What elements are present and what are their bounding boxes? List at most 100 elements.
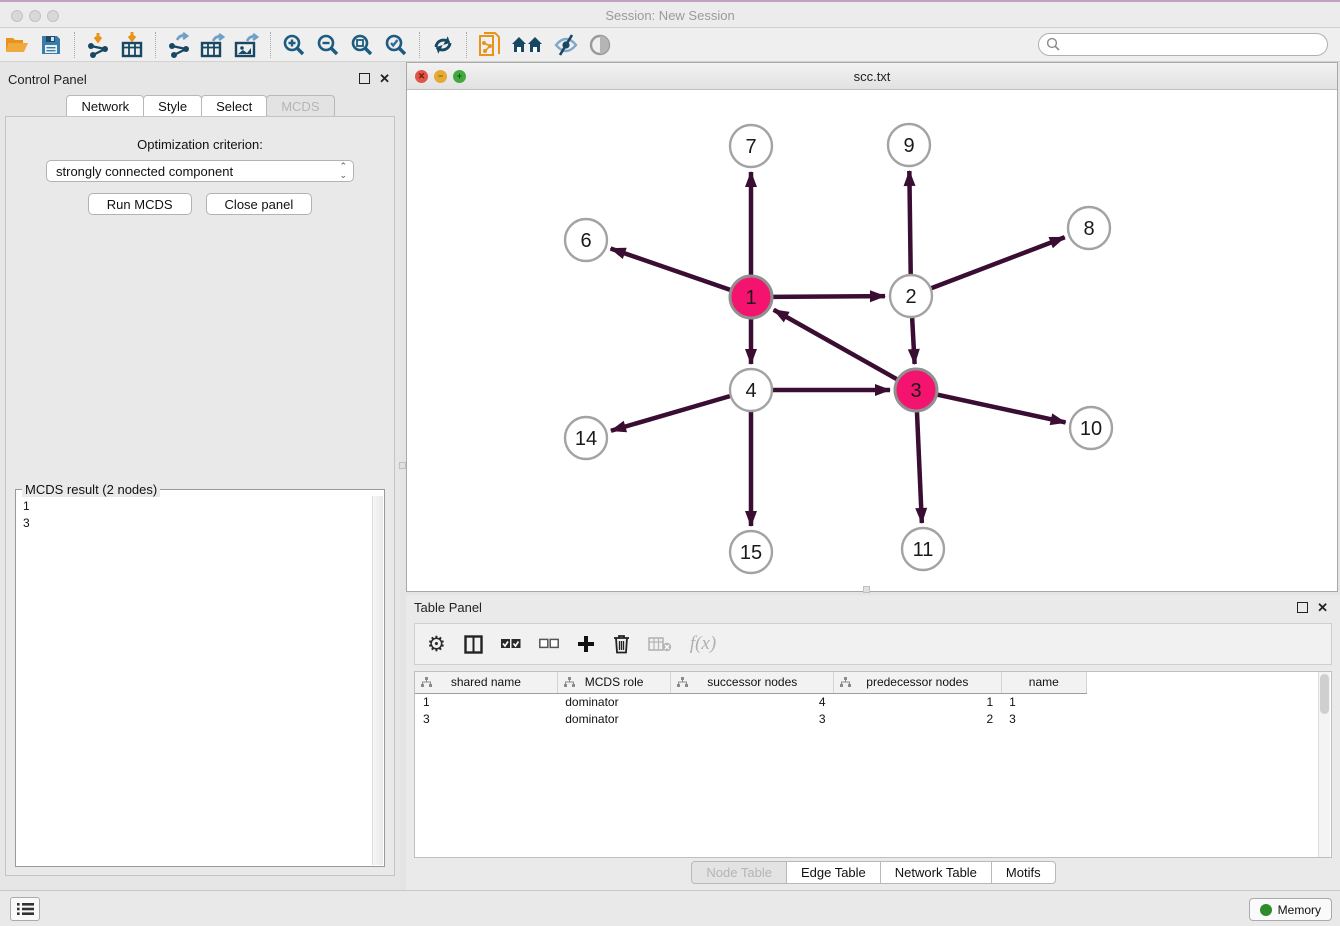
table-cell[interactable]: 1 [834,693,1002,710]
edge-2-9[interactable] [909,171,910,274]
run-mcds-button[interactable]: Run MCDS [88,193,192,215]
col-predecessor-nodes[interactable]: predecessor nodes [834,672,1002,693]
node-10[interactable]: 10 [1070,407,1112,449]
hierarchy-icon [421,677,432,691]
table-cell[interactable]: 4 [671,693,834,710]
edge-1-2[interactable] [773,296,885,297]
node-15[interactable]: 15 [730,531,772,573]
search-field[interactable] [1038,33,1328,56]
float-table-panel-icon[interactable] [1297,602,1308,613]
export-network-icon[interactable] [162,30,196,60]
edge-3-11[interactable] [917,412,922,523]
zoom-out-icon[interactable] [311,30,345,60]
table-cell[interactable]: 2 [834,710,1002,727]
new-network-from-selection-icon[interactable] [473,30,507,60]
close-panel-button[interactable]: Close panel [206,193,313,215]
show-graphics-details-icon[interactable] [583,30,617,60]
tab-style[interactable]: Style [143,95,202,118]
node-3[interactable]: 3 [895,369,937,411]
tab-motifs[interactable]: Motifs [991,861,1056,884]
node-7[interactable]: 7 [730,125,772,167]
horizontal-splitter-handle[interactable] [863,586,870,593]
node-11[interactable]: 11 [902,528,944,570]
svg-text:9: 9 [903,135,914,157]
memory-button[interactable]: Memory [1249,898,1332,921]
import-table-icon[interactable] [115,30,149,60]
table-cell[interactable]: dominator [557,693,671,710]
result-scrollbar[interactable] [372,496,383,865]
add-column-icon[interactable] [577,635,595,653]
table-cell[interactable]: 3 [1001,710,1086,727]
edge-3-10[interactable] [937,395,1065,423]
edge-2-3[interactable] [912,318,914,364]
criterion-dropdown[interactable]: strongly connected component ⌃⌄ [46,160,354,182]
node-1[interactable]: 1 [730,276,772,318]
table-row[interactable]: 3dominator323 [415,710,1087,727]
col-name[interactable]: name [1001,672,1086,693]
table-cell[interactable]: 1 [415,693,557,710]
col-shared-name[interactable]: shared name [415,672,557,693]
close-table-panel-icon[interactable]: ✕ [1317,600,1328,616]
node-4[interactable]: 4 [730,369,772,411]
table-scrollbar[interactable] [1318,672,1330,857]
search-input[interactable] [1061,36,1327,54]
network-window-titlebar[interactable]: ✕ − + scc.txt [407,63,1337,90]
mcds-result-text[interactable]: 1 3 [17,496,372,865]
panels-menu-button[interactable] [10,897,40,921]
tab-network[interactable]: Network [66,95,144,118]
edge-2-8[interactable] [932,237,1065,288]
control-panel-tabs: Network Style Select MCDS [0,95,400,118]
table-cell[interactable]: 3 [671,710,834,727]
zoom-in-icon[interactable] [277,30,311,60]
table-cell[interactable]: dominator [557,710,671,727]
apply-layout-icon[interactable] [426,30,460,60]
table-tabs: Node Table Edge Table Network Table Moti… [406,861,1340,884]
table-options-icon[interactable]: ⚙ [427,632,446,657]
table-cell[interactable]: 3 [415,710,557,727]
tab-network-table[interactable]: Network Table [880,861,992,884]
edge-4-14[interactable] [611,396,730,431]
tab-edge-table[interactable]: Edge Table [786,861,881,884]
col-successor-nodes[interactable]: successor nodes [671,672,834,693]
float-panel-icon[interactable] [359,73,370,84]
vertical-splitter-handle[interactable] [399,462,406,469]
hierarchy-icon [564,677,575,691]
edge-1-6[interactable] [611,248,731,289]
delete-table-icon[interactable] [648,636,672,652]
table-cell[interactable]: 1 [1001,693,1086,710]
select-all-icon[interactable] [501,637,521,651]
tab-select[interactable]: Select [201,95,267,118]
zoom-selected-icon[interactable] [379,30,413,60]
control-panel: Control Panel ✕ Network Style Select MCD… [0,62,400,890]
node-14[interactable]: 14 [565,417,607,459]
edge-3-1[interactable] [774,310,897,379]
close-panel-icon[interactable]: ✕ [379,71,390,87]
table-header-row[interactable]: shared name MCDS role successor nodes pr… [415,672,1087,693]
node-2[interactable]: 2 [890,275,932,317]
hide-graphics-details-icon[interactable] [549,30,583,60]
network-view-window: ✕ − + scc.txt 7 9 6 8 1 2 4 3 14 10 15 11 [406,62,1338,592]
export-image-icon[interactable] [230,30,264,60]
node-9[interactable]: 9 [888,124,930,166]
tab-node-table[interactable]: Node Table [691,861,787,884]
network-window-title: scc.txt [407,69,1337,84]
open-file-icon[interactable] [0,30,34,60]
node-table[interactable]: shared name MCDS role successor nodes pr… [414,671,1332,858]
zoom-fit-icon[interactable] [345,30,379,60]
first-neighbors-icon[interactable] [507,30,549,60]
export-table-icon[interactable] [196,30,230,60]
node-6[interactable]: 6 [565,219,607,261]
network-graph[interactable]: 7 9 6 8 1 2 4 3 14 10 15 11 [407,90,1337,591]
network-canvas[interactable]: 7 9 6 8 1 2 4 3 14 10 15 11 [407,90,1337,591]
table-row[interactable]: 1dominator411 [415,693,1087,710]
save-session-icon[interactable] [34,30,68,60]
table-panel: Table Panel ✕ ⚙ f(x) shared name [406,595,1340,890]
node-8[interactable]: 8 [1068,207,1110,249]
deselect-all-icon[interactable] [539,637,559,651]
show-columns-icon[interactable] [464,635,483,654]
col-mcds-role[interactable]: MCDS role [557,672,671,693]
delete-column-icon[interactable] [613,634,630,654]
function-builder-icon[interactable]: f(x) [690,633,716,655]
import-network-icon[interactable] [81,30,115,60]
tab-mcds[interactable]: MCDS [266,95,334,118]
